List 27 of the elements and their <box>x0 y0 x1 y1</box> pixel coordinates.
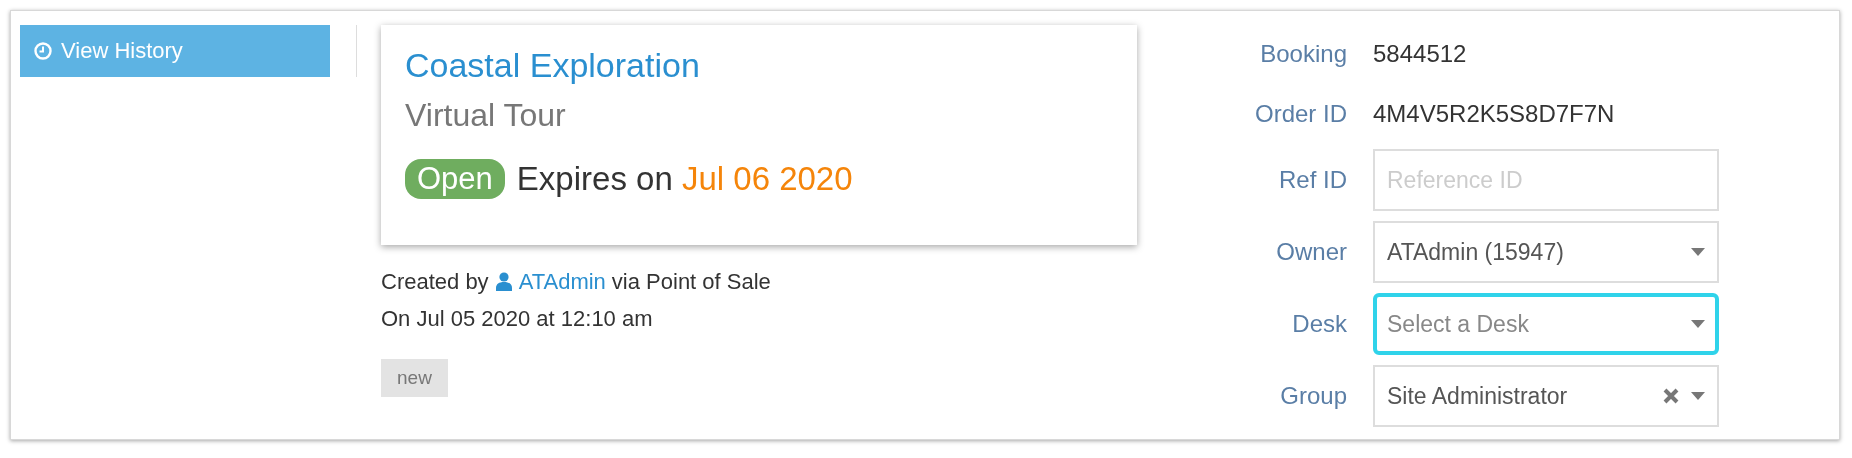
caret-icon <box>1691 320 1705 328</box>
clear-icon[interactable] <box>1663 388 1679 404</box>
booking-subtitle: Virtual Tour <box>405 96 567 135</box>
select-field[interactable]: Site Administrator <box>1373 365 1719 427</box>
view-history-button[interactable]: View History <box>20 25 330 77</box>
caret-icon <box>1691 248 1705 256</box>
created-date: On Jul 05 2020 at 12:10 am <box>381 305 654 333</box>
field-label: Owner <box>1275 238 1347 266</box>
user-icon <box>494 272 513 291</box>
field-label: Ref ID <box>1278 166 1347 194</box>
status-badge: Open <box>405 159 505 199</box>
caret-icon <box>1691 392 1705 400</box>
user-link[interactable]: ATAdmin <box>518 263 606 300</box>
source-text: via Point of Sale <box>611 268 771 296</box>
tag: new <box>381 359 448 397</box>
select-field[interactable]: Select a Desk <box>1373 293 1719 355</box>
field-label: Booking <box>1259 40 1347 68</box>
field-value: 4M4V5R2K5S8D7F7N <box>1373 99 1616 129</box>
field-label: Order ID <box>1254 100 1347 128</box>
created-by-label: Created by <box>381 268 489 296</box>
field-value: 5844512 <box>1373 39 1468 69</box>
select-field[interactable]: ATAdmin (15947) <box>1373 221 1719 283</box>
expiry-text: Expires on Jul 06 2020 <box>516 160 853 198</box>
field-label: Group <box>1279 382 1347 410</box>
clock-icon <box>34 42 52 60</box>
booking-title[interactable]: Coastal Exploration <box>405 41 1113 89</box>
field-label: Desk <box>1291 310 1347 338</box>
